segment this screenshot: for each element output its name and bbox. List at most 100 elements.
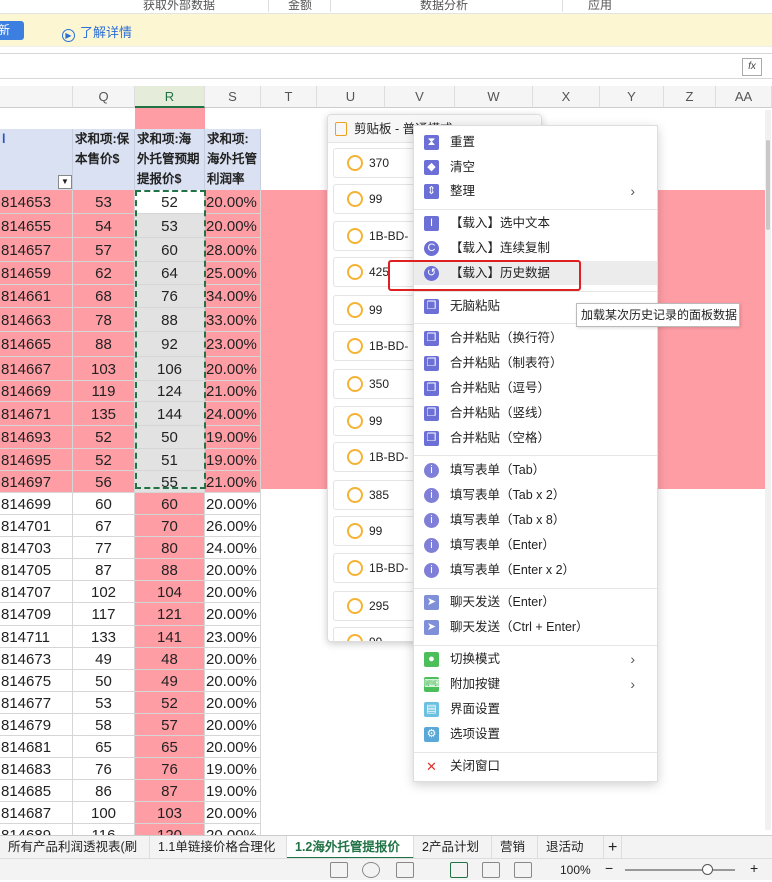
header-cell-s[interactable]: 求和项:海外托管利润率 <box>205 129 261 190</box>
column-header-x[interactable]: X <box>533 86 600 108</box>
cell-q[interactable]: 49 <box>73 648 135 670</box>
menu-item-info[interactable]: i 填写表单（Enter） <box>414 533 657 557</box>
vertical-scrollbar-thumb[interactable] <box>766 140 770 230</box>
table-view-icon[interactable] <box>330 862 348 878</box>
menu-item-window[interactable]: ▤ 界面设置 <box>414 697 657 721</box>
cell-p[interactable]: 814659 <box>0 262 73 285</box>
cell-p[interactable]: 814693 <box>0 426 73 449</box>
column-header-v[interactable]: V <box>385 86 455 108</box>
cell-r[interactable]: 48 <box>135 648 205 670</box>
cell-s[interactable]: 20.00% <box>205 714 261 736</box>
header-cell-q[interactable]: 求和项:保本售价$ <box>73 129 135 190</box>
menu-item-close[interactable]: ✕ 关闭窗口 <box>414 754 657 778</box>
eye-icon[interactable] <box>362 862 380 878</box>
cell-q[interactable]: 62 <box>73 262 135 285</box>
cell-q[interactable]: 76 <box>73 758 135 780</box>
cell-p[interactable]: 814675 <box>0 670 73 692</box>
sheet-tab[interactable]: 1.1单链接价格合理化 <box>150 836 287 859</box>
clipboard-item[interactable]: 385 <box>333 480 415 510</box>
cell-s[interactable]: 20.00% <box>205 648 261 670</box>
cell-r[interactable]: 88 <box>135 559 205 581</box>
cell-q[interactable]: 100 <box>73 802 135 824</box>
clipboard-item[interactable]: 350 <box>333 369 415 399</box>
cell-p[interactable]: 814685 <box>0 780 73 802</box>
cell-p[interactable]: 814665 <box>0 332 73 357</box>
cell-q[interactable]: 86 <box>73 780 135 802</box>
cell-q[interactable]: 133 <box>73 626 135 648</box>
cell-r[interactable]: 52 <box>135 190 205 214</box>
cell-q[interactable]: 68 <box>73 285 135 308</box>
cell-q[interactable]: 57 <box>73 238 135 262</box>
menu-item-paste[interactable]: ❐ 合并粘贴（逗号） <box>414 376 657 400</box>
clipboard-item[interactable]: 1B-BD-1 <box>333 442 415 492</box>
menu-item-send[interactable]: ➤ 聊天发送（Ctrl + Enter） <box>414 615 657 639</box>
cell-q[interactable]: 102 <box>73 581 135 603</box>
sheet-tab[interactable]: 2产品计划 <box>414 836 492 859</box>
cell-p[interactable]: 814677 <box>0 692 73 714</box>
menu-item-send[interactable]: ➤ 聊天发送（Enter） <box>414 590 657 614</box>
clipboard-item[interactable]: 370 <box>333 148 415 178</box>
cell-s[interactable]: 23.00% <box>205 332 261 357</box>
cell-r[interactable]: 53 <box>135 214 205 238</box>
sheet-tab[interactable]: 1.2海外托管提报价 <box>287 836 414 859</box>
cell-s[interactable]: 20.00% <box>205 692 261 714</box>
column-header-r[interactable]: R <box>135 86 205 108</box>
clipboard-item[interactable]: 1B-BD-1 <box>333 553 415 603</box>
cell-q[interactable]: 58 <box>73 714 135 736</box>
cell-s[interactable]: 20.00% <box>205 190 261 214</box>
cell-r[interactable]: 76 <box>135 285 205 308</box>
sheet-tab-bar[interactable]: 所有产品利润透视表(刷新)1.1单链接价格合理化1.2海外托管提报价2产品计划营… <box>0 835 772 877</box>
cell-p[interactable]: 814687 <box>0 802 73 824</box>
clipboard-item[interactable]: 99 <box>333 516 415 546</box>
fx-icon[interactable]: fx <box>742 58 762 76</box>
column-header-aa[interactable]: AA <box>716 86 772 108</box>
learn-more-link[interactable]: ▶ 了解详情 <box>62 22 132 42</box>
cell-s[interactable]: 21.00% <box>205 471 261 493</box>
cell-r[interactable]: 104 <box>135 581 205 603</box>
normal-view-icon[interactable] <box>450 862 468 878</box>
cell-r[interactable]: 60 <box>135 238 205 262</box>
menu-item-text-cursor[interactable]: I 【载入】选中文本 <box>414 211 657 235</box>
cell-p[interactable]: 814681 <box>0 736 73 758</box>
cell-q[interactable]: 67 <box>73 515 135 537</box>
cell-r[interactable]: 49 <box>135 670 205 692</box>
cell-q[interactable]: 135 <box>73 402 135 426</box>
cell-r-blank[interactable] <box>135 108 205 129</box>
cell-s[interactable]: 20.00% <box>205 670 261 692</box>
cell-q[interactable]: 53 <box>73 692 135 714</box>
clipboard-item[interactable]: 99 <box>333 406 415 436</box>
column-header-p[interactable] <box>0 86 73 108</box>
header-cell-r[interactable]: 求和项:海外托管预期提报价$ <box>135 129 205 190</box>
column-header-w[interactable]: W <box>455 86 533 108</box>
sheet-tab[interactable]: 营销 <box>492 836 538 859</box>
cell-s[interactable]: 28.00% <box>205 238 261 262</box>
cell-q[interactable]: 77 <box>73 537 135 559</box>
menu-item-paste[interactable]: ❐ 合并粘贴（空格） <box>414 426 657 450</box>
formula-bar[interactable]: fx <box>0 53 772 79</box>
cell-r[interactable]: 103 <box>135 802 205 824</box>
cell-p[interactable]: 814661 <box>0 285 73 308</box>
clipboard-item[interactable]: 1B-BD-1 <box>333 331 415 381</box>
zoom-slider-thumb[interactable] <box>702 864 713 875</box>
menu-item-paste[interactable]: ❐ 合并粘贴（竖线） <box>414 401 657 425</box>
cell-s[interactable]: 26.00% <box>205 515 261 537</box>
column-header-z[interactable]: Z <box>664 86 716 108</box>
zoom-level[interactable]: 100% <box>560 863 591 877</box>
cell-q[interactable]: 54 <box>73 214 135 238</box>
cell-p[interactable]: 814655 <box>0 214 73 238</box>
zoom-slider[interactable] <box>625 869 735 871</box>
cell-q[interactable]: 52 <box>73 426 135 449</box>
column-header-y[interactable]: Y <box>600 86 664 108</box>
menu-item-copy-loop[interactable]: C 【载入】连续复制 <box>414 236 657 260</box>
cell-p[interactable]: 814673 <box>0 648 73 670</box>
cell-r[interactable]: 141 <box>135 626 205 648</box>
cell-s[interactable]: 24.00% <box>205 402 261 426</box>
cell-q[interactable]: 119 <box>73 381 135 402</box>
cell-p[interactable]: 814683 <box>0 758 73 780</box>
cell-q[interactable]: 103 <box>73 357 135 381</box>
filter-dropdown-icon[interactable]: ▼ <box>58 175 72 189</box>
cell-r[interactable]: 60 <box>135 493 205 515</box>
cell-q[interactable]: 53 <box>73 190 135 214</box>
menu-item-toggle[interactable]: ● 切换模式 › <box>414 647 657 671</box>
menu-item-sort[interactable]: ⇕ 整理 › <box>414 179 657 203</box>
